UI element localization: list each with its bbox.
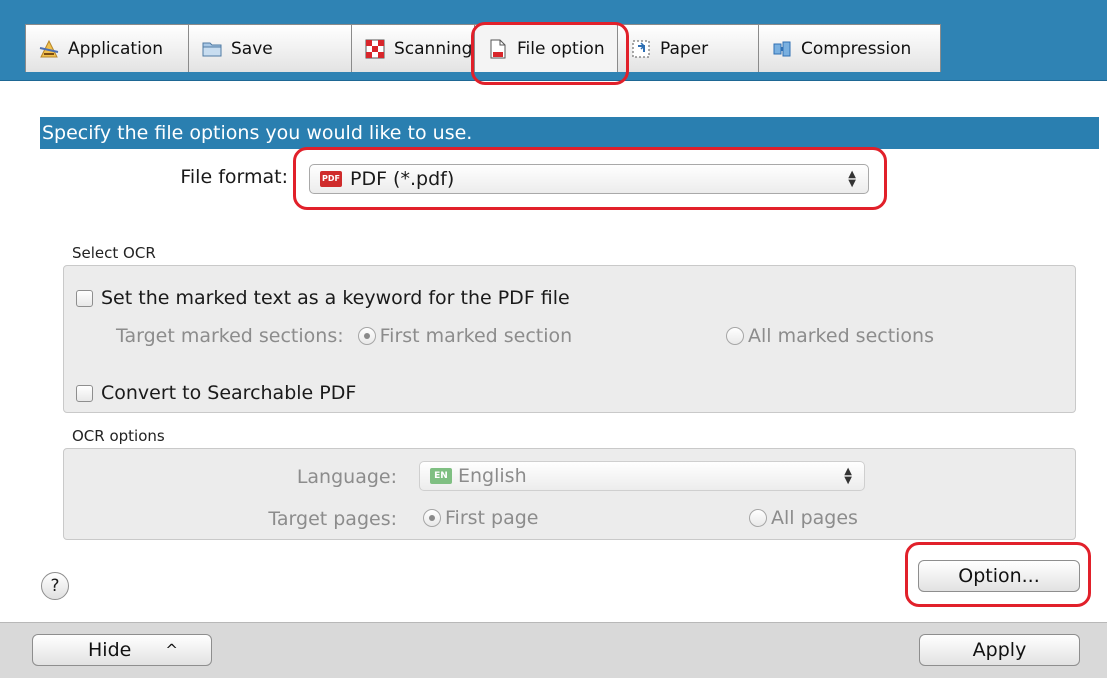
- tab-label: Scanning: [394, 38, 473, 59]
- tab-scanning[interactable]: Scanning: [351, 24, 475, 72]
- scanning-icon: [364, 38, 386, 60]
- searchable-checkbox-label: Convert to Searchable PDF: [101, 382, 357, 404]
- option-button[interactable]: Option...: [918, 560, 1080, 592]
- language-label: Language:: [296, 466, 397, 488]
- all-marked-option[interactable]: All marked sections: [726, 325, 934, 347]
- tab-strip: Application Save Scanning File option Pa…: [25, 24, 941, 72]
- first-marked-label: First marked section: [379, 325, 573, 347]
- tab-file-option[interactable]: File option: [474, 24, 618, 72]
- application-icon: [38, 38, 60, 60]
- tab-paper[interactable]: Paper: [617, 24, 759, 72]
- tab-label: Application: [68, 38, 163, 59]
- apply-button[interactable]: Apply: [919, 634, 1080, 666]
- tab-application[interactable]: Application: [25, 24, 189, 72]
- all-marked-radio[interactable]: [726, 327, 744, 345]
- keyword-checkbox-label: Set the marked text as a keyword for the…: [101, 287, 570, 309]
- english-flag-icon: EN: [430, 468, 452, 484]
- first-page-label: First page: [445, 507, 539, 529]
- language-select[interactable]: EN English ▲ ▼: [419, 461, 865, 491]
- updown-arrows-icon: ▲ ▼: [848, 169, 856, 189]
- tab-save[interactable]: Save: [188, 24, 352, 72]
- first-page-option[interactable]: First page: [423, 507, 538, 529]
- hide-button[interactable]: Hide ^: [32, 634, 212, 666]
- updown-arrows-icon: ▲ ▼: [844, 466, 852, 486]
- all-pages-radio[interactable]: [749, 509, 767, 527]
- all-pages-option[interactable]: All pages: [749, 507, 858, 529]
- hide-button-label: Hide: [88, 639, 132, 661]
- ocr-options-label: OCR options: [72, 427, 165, 445]
- target-marked-label: Target marked sections:: [116, 325, 344, 347]
- file-format-select[interactable]: PDF PDF (*.pdf) ▲ ▼: [309, 164, 869, 194]
- first-marked-radio[interactable]: [357, 327, 376, 345]
- searchable-option[interactable]: Convert to Searchable PDF: [76, 382, 356, 404]
- all-marked-label: All marked sections: [748, 325, 935, 347]
- tab-bar: Application Save Scanning File option Pa…: [0, 0, 1107, 81]
- instruction-banner: Specify the file options you would like …: [40, 117, 1099, 149]
- compression-icon: [771, 38, 793, 60]
- select-ocr-label: Select OCR: [72, 244, 156, 262]
- language-value: English: [458, 465, 527, 487]
- target-marked-row: Target marked sections: First marked sec…: [116, 325, 572, 347]
- paper-icon: [630, 38, 652, 60]
- tab-label: Compression: [801, 38, 912, 59]
- tab-compression[interactable]: Compression: [758, 24, 941, 72]
- pdf-icon: PDF: [320, 171, 342, 187]
- keyword-option[interactable]: Set the marked text as a keyword for the…: [76, 287, 570, 309]
- all-pages-label: All pages: [771, 507, 858, 529]
- tab-label: Save: [231, 38, 273, 59]
- tab-label: File option: [517, 38, 605, 59]
- file-format-value: PDF (*.pdf): [350, 168, 455, 190]
- target-pages-label: Target pages:: [268, 508, 397, 530]
- tab-label: Paper: [660, 38, 709, 59]
- help-button[interactable]: ?: [41, 572, 69, 600]
- folder-icon: [201, 38, 223, 60]
- searchable-checkbox[interactable]: [76, 384, 93, 402]
- file-format-label: File format:: [180, 166, 288, 188]
- file-icon: [487, 38, 509, 60]
- chevron-up-icon: ^: [165, 641, 178, 659]
- keyword-checkbox[interactable]: [76, 289, 93, 307]
- first-page-radio[interactable]: [423, 509, 441, 527]
